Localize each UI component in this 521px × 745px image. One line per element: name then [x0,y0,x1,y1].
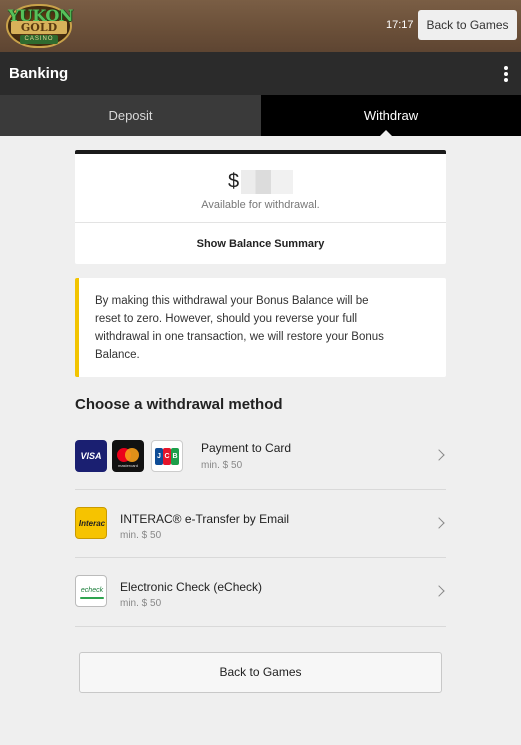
bonus-balance-notice: By making this withdrawal your Bonus Bal… [75,278,446,377]
method-min: min. $ 50 [120,530,162,541]
chevron-right-icon [433,585,445,597]
mastercard-wordmark: mastercard [117,463,138,468]
kebab-dot [504,72,508,76]
chevron-right-icon [433,449,445,461]
jcb-letter-c: C [163,448,171,465]
balance-amount: $ [75,170,446,194]
jcb-icon: J C B [151,440,183,472]
method-name: Payment to Card [201,441,292,455]
visa-icon: VISA [75,440,107,472]
method-min: min. $ 50 [120,598,162,609]
method-echeck[interactable]: echeck Electronic Check (eCheck) min. $ … [75,558,446,627]
back-to-games-button[interactable]: Back to Games [418,10,517,40]
brand-bar: YUKON GOLD CASINO 17:17 Back to Games [0,0,521,52]
mastercard-icon: mastercard [112,440,144,472]
yukon-gold-logo[interactable]: YUKON GOLD CASINO [6,4,73,48]
page-header: Banking [0,52,521,95]
currency-symbol: $ [227,170,240,193]
redacted-balance [241,170,294,194]
kebab-menu-icon[interactable] [498,64,514,84]
balance-card: $ Available for withdrawal. Show Balance… [75,150,446,264]
active-tab-caret-icon [379,130,393,137]
kebab-dot [504,78,508,82]
tab-deposit[interactable]: Deposit [0,95,261,136]
method-interac[interactable]: Interac INTERAC® e-Transfer by Email min… [75,490,446,558]
divider [75,626,446,627]
interac-icon-text: Interac [78,519,106,528]
clock-time: 17:17 [386,19,414,31]
back-to-games-footer-button[interactable]: Back to Games [79,652,442,693]
echeck-icon-text: echeck [80,587,104,594]
kebab-dot [504,66,508,70]
chevron-right-icon [433,517,445,529]
method-min: min. $ 50 [201,460,243,471]
notice-text: By making this withdrawal your Bonus Bal… [95,295,384,361]
page-title: Banking [9,65,69,82]
method-name: Electronic Check (eCheck) [120,580,263,594]
divider [75,222,446,223]
echeck-icon: echeck [75,575,107,607]
show-balance-summary-link[interactable]: Show Balance Summary [75,238,446,250]
interac-icon: Interac [75,507,107,539]
logo-text-gold: GOLD [11,21,67,34]
jcb-letter-b: B [171,448,179,465]
method-name: INTERAC® e-Transfer by Email [120,512,290,526]
method-payment-to-card[interactable]: VISA mastercard J C B Payment to Card mi… [75,422,446,490]
mastercard-orange-circle [125,448,139,462]
echeck-underline [80,597,104,599]
available-label: Available for withdrawal. [201,199,320,211]
withdrawal-method-heading: Choose a withdrawal method [75,396,283,413]
jcb-letter-j: J [155,448,163,465]
banking-tabs: Deposit Withdraw [0,95,521,136]
logo-text-casino: CASINO [20,35,58,44]
